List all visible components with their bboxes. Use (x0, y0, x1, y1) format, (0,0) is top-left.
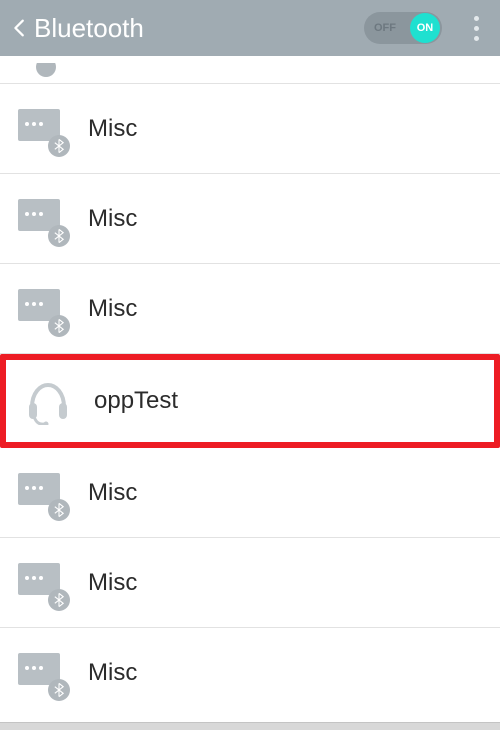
bluetooth-icon (48, 315, 70, 337)
back-icon[interactable] (8, 16, 32, 40)
header: Bluetooth OFF ON (0, 0, 500, 56)
device-label: Misc (88, 115, 137, 143)
list-item[interactable]: Misc (0, 538, 500, 628)
bluetooth-icon (48, 499, 70, 521)
device-label: Misc (88, 205, 137, 233)
list-item-highlighted[interactable]: oppTest (0, 354, 500, 448)
misc-device-icon (18, 653, 66, 693)
bluetooth-icon (48, 679, 70, 701)
misc-device-icon (18, 473, 66, 513)
device-label: Misc (88, 659, 137, 687)
device-label: Misc (88, 295, 137, 323)
device-label: Misc (88, 569, 137, 597)
device-list: Misc Misc Misc opp (0, 56, 500, 718)
list-item[interactable]: Misc (0, 448, 500, 538)
list-item[interactable]: Misc (0, 84, 500, 174)
bluetooth-toggle[interactable]: OFF ON (364, 12, 442, 44)
misc-device-icon (18, 109, 66, 149)
toggle-on-knob: ON (410, 13, 440, 43)
device-label: oppTest (94, 387, 178, 415)
bottom-bar (0, 722, 500, 730)
list-item[interactable]: Misc (0, 628, 500, 718)
list-item[interactable]: Misc (0, 174, 500, 264)
list-item[interactable]: Misc (0, 264, 500, 354)
bluetooth-icon (48, 589, 70, 611)
bluetooth-icon (48, 135, 70, 157)
toggle-off-label: OFF (374, 22, 396, 34)
page-title: Bluetooth (34, 13, 144, 44)
list-item-partial[interactable] (0, 56, 500, 84)
bluetooth-icon (48, 225, 70, 247)
misc-device-icon (18, 289, 66, 329)
misc-device-icon (18, 563, 66, 603)
overflow-menu-icon[interactable] (460, 8, 492, 48)
device-label: Misc (88, 479, 137, 507)
headset-icon (24, 381, 72, 421)
misc-device-icon (18, 199, 66, 239)
